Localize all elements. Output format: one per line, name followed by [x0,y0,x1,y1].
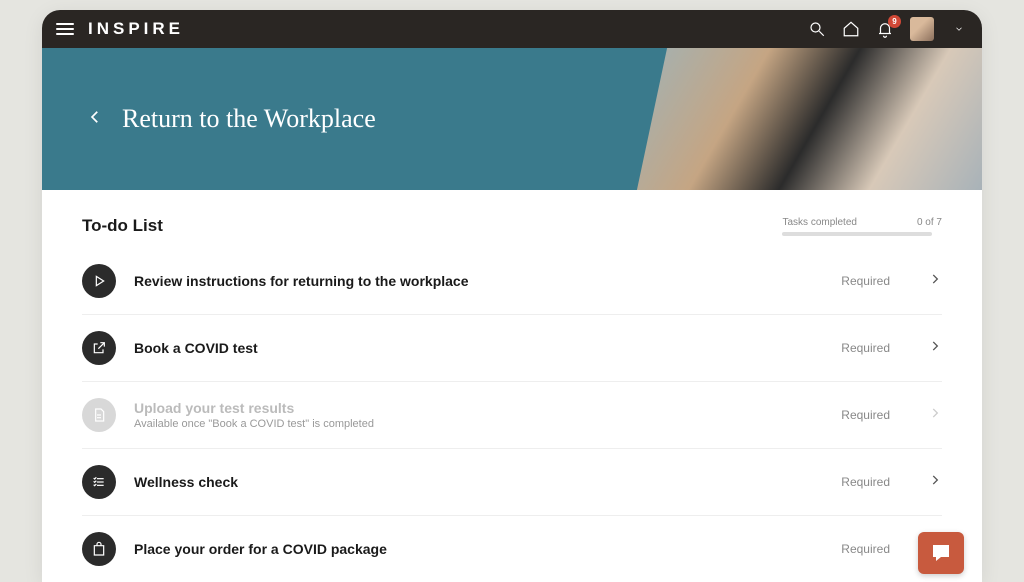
topbar-actions: 9 [808,17,968,41]
notification-badge: 9 [888,15,901,28]
todo-item-wellness-check[interactable]: Wellness check Required [82,449,942,516]
progress-value: 0 of 7 [917,217,942,228]
document-icon [82,398,116,432]
main-content: To-do List Tasks completed 0 of 7 Review… [42,190,982,582]
page-banner: Return to the Workplace [42,48,982,190]
brand-logo: INSPIRE [88,19,184,39]
notifications-icon[interactable]: 9 [876,20,894,38]
todo-tag: Required [841,274,890,288]
todo-subtitle: Available once "Book a COVID test" is co… [134,418,823,430]
todo-tag: Required [841,475,890,489]
todo-title: Review instructions for returning to the… [134,273,823,289]
app-window: INSPIRE 9 Return to the Workplace [42,10,982,582]
chevron-right-icon [928,473,942,492]
todo-title: Book a COVID test [134,340,823,356]
page-title: Return to the Workplace [122,104,376,134]
todo-item-order-package[interactable]: Place your order for a COVID package Req… [82,516,942,582]
chat-button[interactable] [918,532,964,574]
topbar: INSPIRE 9 [42,10,982,48]
todo-tag: Required [841,408,890,422]
progress-bar [782,232,932,236]
todo-tag: Required [841,341,890,355]
progress-label: Tasks completed [782,217,856,228]
banner-image [612,48,982,190]
play-icon [82,264,116,298]
list-heading: To-do List [82,216,163,236]
external-link-icon [82,331,116,365]
home-icon[interactable] [842,20,860,38]
todo-item-review-instructions[interactable]: Review instructions for returning to the… [82,248,942,315]
todo-item-book-covid-test[interactable]: Book a COVID test Required [82,315,942,382]
search-icon[interactable] [808,20,826,38]
progress-indicator: Tasks completed 0 of 7 [782,217,942,236]
todo-title: Wellness check [134,474,823,490]
chevron-right-icon [928,272,942,291]
avatar[interactable] [910,17,934,41]
list-header: To-do List Tasks completed 0 of 7 [82,216,942,236]
todo-tag: Required [841,542,890,556]
todo-item-upload-results: Upload your test results Available once … [82,382,942,449]
back-icon[interactable] [86,108,104,131]
checklist-icon [82,465,116,499]
chevron-right-icon [928,339,942,358]
menu-icon[interactable] [56,23,74,35]
shopping-bag-icon [82,532,116,566]
chevron-right-icon [928,406,942,425]
todo-title: Place your order for a COVID package [134,541,823,557]
profile-menu-caret-icon[interactable] [950,20,968,38]
todo-title: Upload your test results [134,400,823,416]
